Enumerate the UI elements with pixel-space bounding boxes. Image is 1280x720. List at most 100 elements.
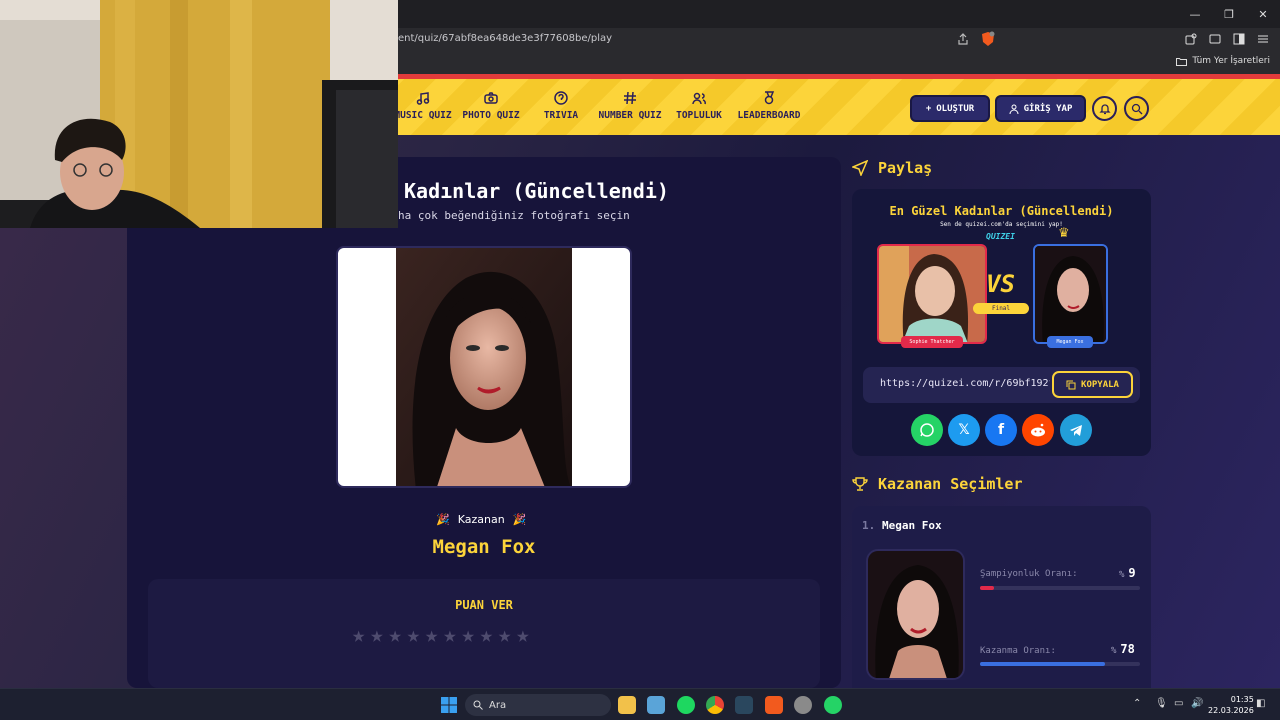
- volume-icon[interactable]: 🔊: [1191, 698, 1203, 709]
- right-contestant-photo: [1033, 244, 1108, 344]
- search-button[interactable]: [1124, 96, 1149, 121]
- menu-icon[interactable]: [1256, 32, 1270, 46]
- share-title-text: Paylaş: [878, 159, 933, 177]
- create-button[interactable]: + OLUŞTUR: [910, 95, 990, 122]
- champion-rate-fill: [980, 586, 995, 590]
- quizei-brand: QUIZEI: [986, 232, 1015, 241]
- rating-star[interactable]: ★: [462, 625, 475, 647]
- party-icon: 🎉: [512, 513, 527, 526]
- bell-icon: [1098, 103, 1111, 114]
- extensions-icon[interactable]: [1184, 32, 1198, 46]
- rating-star[interactable]: ★: [425, 625, 438, 647]
- wallet-icon[interactable]: [1208, 32, 1222, 46]
- notifications-button[interactable]: [1092, 96, 1117, 121]
- contestant-image: [1035, 246, 1106, 342]
- contestant-image: [879, 246, 985, 342]
- rating-star[interactable]: ★: [480, 625, 493, 647]
- search-icon: [1131, 103, 1142, 114]
- photos-app-icon[interactable]: [647, 696, 665, 714]
- nav-trivia[interactable]: TRIVIA: [540, 91, 582, 121]
- copy-button[interactable]: KOPYALA: [1052, 371, 1133, 398]
- webcam-overlay: [0, 0, 398, 228]
- microphone-icon[interactable]: 🎙: [1155, 698, 1168, 709]
- url-text[interactable]: ent/quiz/67abf8ea648de3e3f77608be/play: [398, 33, 612, 44]
- rating-star[interactable]: ★: [498, 625, 511, 647]
- close-icon[interactable]: ✕: [1246, 0, 1280, 28]
- rating-star[interactable]: ★: [443, 625, 456, 647]
- winner-photo-frame: [336, 246, 632, 488]
- share-page-icon[interactable]: [956, 32, 970, 46]
- winner-name: Megan Fox: [432, 536, 536, 558]
- notifications-center-icon[interactable]: ◧: [1256, 698, 1265, 709]
- left-contestant-photo: [877, 244, 987, 344]
- telegram-icon: [1070, 425, 1082, 436]
- send-icon: [852, 160, 868, 176]
- nav-leaderboard-label: LEADERBOARD: [737, 110, 801, 121]
- nav-topluluk[interactable]: TOPLULUK: [675, 91, 723, 121]
- rating-star[interactable]: ★: [516, 625, 529, 647]
- share-link-text[interactable]: https://quizei.com/r/69bf192f2: [880, 378, 1050, 389]
- champion-rate-bar: [980, 586, 1140, 590]
- telegram-share-button[interactable]: [1060, 414, 1092, 446]
- x-icon: 𝕏: [958, 422, 970, 438]
- nav-music-quiz[interactable]: MUSIC QUIZ: [394, 91, 452, 121]
- nav-number-quiz[interactable]: NUMBER QUIZ: [598, 91, 662, 121]
- right-contestant-name: Megan Fox: [1047, 336, 1093, 348]
- clock-time: 01:35: [1230, 695, 1254, 704]
- reddit-icon: [1031, 423, 1045, 437]
- crown-icon: ♛: [1059, 222, 1069, 241]
- facebook-share-button[interactable]: f: [985, 414, 1017, 446]
- network-icon[interactable]: ▭: [1174, 698, 1183, 709]
- trophy-icon: [852, 477, 868, 491]
- taskbar-clock[interactable]: 01:35 22.03.2026: [1208, 694, 1254, 716]
- copy-button-label: KOPYALA: [1081, 379, 1119, 390]
- spotify-icon[interactable]: [677, 696, 695, 714]
- rating-star[interactable]: ★: [370, 625, 383, 647]
- brave-browser-icon[interactable]: [765, 696, 783, 714]
- win-rate-label: Kazanma Oranı:: [980, 646, 1056, 656]
- all-bookmarks[interactable]: Tüm Yer İşaretleri: [1176, 56, 1270, 66]
- music-note-icon: [416, 92, 430, 105]
- nav-photo-quiz-label: PHOTO QUIZ: [462, 110, 520, 121]
- brave-shield-icon[interactable]: [980, 31, 996, 47]
- whatsapp-app-icon[interactable]: [824, 696, 842, 714]
- win-rate-number: 78: [1120, 642, 1135, 656]
- rating-star[interactable]: ★: [389, 625, 402, 647]
- medal-icon: [764, 91, 775, 105]
- winner-rank: 1.: [862, 519, 876, 532]
- question-circle-icon: [554, 91, 568, 105]
- nav-photo-quiz[interactable]: PHOTO QUIZ: [462, 91, 520, 121]
- champion-rate-value: % 9: [1119, 566, 1136, 580]
- hash-icon: [624, 91, 636, 105]
- nav-trivia-label: TRIVIA: [543, 110, 579, 121]
- steam-icon[interactable]: [735, 696, 753, 714]
- rating-star[interactable]: ★: [352, 625, 365, 647]
- winners-title-text: Kazanan Seçimler: [878, 475, 1023, 493]
- windows-start-icon[interactable]: [440, 696, 458, 714]
- search-icon: [473, 700, 483, 710]
- webcam-video: [0, 0, 398, 228]
- taskbar-search[interactable]: Ara: [465, 694, 611, 716]
- github-desktop-icon[interactable]: [794, 696, 812, 714]
- plus-icon: +: [925, 103, 932, 114]
- party-icon: 🎉: [436, 513, 450, 526]
- winner-item-name: Megan Fox: [882, 519, 942, 532]
- winner-item-photo: [866, 549, 965, 680]
- reddit-share-button[interactable]: [1022, 414, 1054, 446]
- minimize-icon[interactable]: —: [1178, 0, 1212, 28]
- winner-photo: [396, 248, 572, 486]
- quiz-title: Kadınlar (Güncellendi): [404, 179, 669, 203]
- winner-item-image: [868, 551, 963, 678]
- chrome-icon[interactable]: [706, 696, 724, 714]
- sidebar-icon[interactable]: [1232, 32, 1246, 46]
- nav-leaderboard[interactable]: LEADERBOARD: [736, 91, 802, 121]
- tray-chevron-icon[interactable]: ⌃: [1133, 698, 1141, 709]
- share-card-subtitle: Sen de quizei.com'da seçimini yap!: [940, 221, 1063, 228]
- x-share-button[interactable]: 𝕏: [948, 414, 980, 446]
- rating-star[interactable]: ★: [407, 625, 420, 647]
- restore-icon[interactable]: ❐: [1212, 0, 1246, 28]
- file-explorer-icon[interactable]: [618, 696, 636, 714]
- whatsapp-share-button[interactable]: [911, 414, 943, 446]
- login-button[interactable]: GİRİŞ YAP: [995, 95, 1086, 122]
- rating-title: PUAN VER: [455, 598, 513, 612]
